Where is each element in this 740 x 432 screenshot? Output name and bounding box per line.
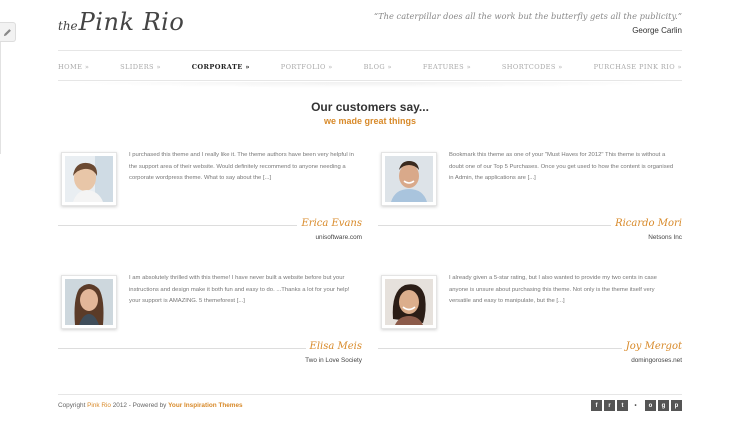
- testimonial-company: unisoftware.com: [315, 234, 362, 241]
- main-nav: HOME » SLIDERS » CORPORATE » PORTFOLIO »…: [58, 63, 682, 77]
- footer-copyright: Copyright Pink Rio 2012 - Powered by You…: [58, 402, 243, 409]
- testimonial-company: Two in Love Society: [305, 357, 362, 364]
- woman-portrait-icon: [65, 156, 113, 202]
- pencil-icon: [3, 28, 11, 36]
- testimonial-text: Bookmark this theme as one of your "Must…: [449, 152, 674, 181]
- testimonial-text: I already given a 5-star rating, but I a…: [449, 275, 657, 304]
- signature-divider: [58, 348, 314, 349]
- section-subtitle: we made great things: [323, 116, 417, 126]
- copyright-prefix: Copyright: [58, 402, 88, 409]
- testimonial-card: I am absolutely thrilled with this theme…: [58, 273, 362, 385]
- testimonial-card: Bookmark this theme as one of your "Must…: [378, 150, 682, 262]
- logo-name: Pink Rio: [78, 8, 185, 36]
- social-links: f r t • o g p: [591, 400, 682, 411]
- testimonial-card: I purchased this theme and I really like…: [58, 150, 362, 262]
- edit-panel-toggle[interactable]: [0, 22, 16, 42]
- testimonial-author: Erica Evans: [297, 218, 362, 229]
- pinterest-icon[interactable]: p: [671, 400, 682, 411]
- side-divider: [0, 42, 1, 154]
- facebook-icon[interactable]: f: [591, 400, 602, 411]
- nav-item-home[interactable]: HOME »: [58, 63, 89, 77]
- nav-item-corporate[interactable]: CORPORATE »: [192, 63, 250, 77]
- nav-shadow: [58, 82, 682, 88]
- customer-photo: [61, 152, 117, 206]
- testimonial-company: domingoroses.net: [631, 357, 682, 364]
- testimonial-author: Ricardo Mori: [611, 218, 682, 229]
- signature-divider: [378, 348, 630, 349]
- woman-portrait-icon: [65, 279, 113, 325]
- testimonial-card: I already given a 5-star rating, but I a…: [378, 273, 682, 385]
- nav-item-features[interactable]: FEATURES »: [423, 63, 471, 77]
- header-quote: “The caterpillar does all the work but t…: [373, 11, 682, 21]
- testimonial-text: I purchased this theme and I really like…: [129, 152, 354, 181]
- logo-prefix: the: [58, 19, 78, 33]
- testimonial-text: I am absolutely thrilled with this theme…: [129, 275, 350, 304]
- nav-item-shortcodes[interactable]: SHORTCODES »: [502, 63, 563, 77]
- customer-photo: [61, 275, 117, 329]
- nav-item-purchase[interactable]: PURCHASE PINK RIO »: [594, 63, 682, 77]
- testimonial-company: Netsons Inc: [648, 234, 682, 241]
- nav-divider: [58, 80, 682, 81]
- header-divider: [58, 50, 682, 51]
- section-title: Our customers say...: [311, 100, 429, 114]
- twitter-icon[interactable]: t: [617, 400, 628, 411]
- site-logo[interactable]: the Pink Rio: [58, 8, 184, 38]
- flickr-icon[interactable]: •: [630, 400, 641, 411]
- rss-icon[interactable]: r: [604, 400, 615, 411]
- woman-portrait-icon: [385, 279, 433, 325]
- man-portrait-icon: [385, 156, 433, 202]
- powered-by-link[interactable]: Your Inspiration Themes: [168, 402, 242, 409]
- nav-item-portfolio[interactable]: PORTFOLIO »: [281, 63, 333, 77]
- site-link[interactable]: Pink Rio: [87, 402, 111, 409]
- nav-item-blog[interactable]: BLOG »: [364, 63, 392, 77]
- testimonial-author: Elisa Meis: [305, 341, 362, 352]
- customer-photo: [381, 152, 437, 206]
- customer-photo: [381, 275, 437, 329]
- copyright-mid: 2012 - Powered by: [110, 402, 169, 409]
- signature-divider: [378, 225, 626, 226]
- google-plus-icon[interactable]: g: [658, 400, 669, 411]
- header-quote-author: George Carlin: [632, 26, 682, 35]
- testimonial-author: Joy Mergot: [621, 341, 682, 352]
- footer-divider: [58, 394, 682, 395]
- skype-icon[interactable]: o: [645, 400, 656, 411]
- nav-item-sliders[interactable]: SLIDERS »: [120, 63, 161, 77]
